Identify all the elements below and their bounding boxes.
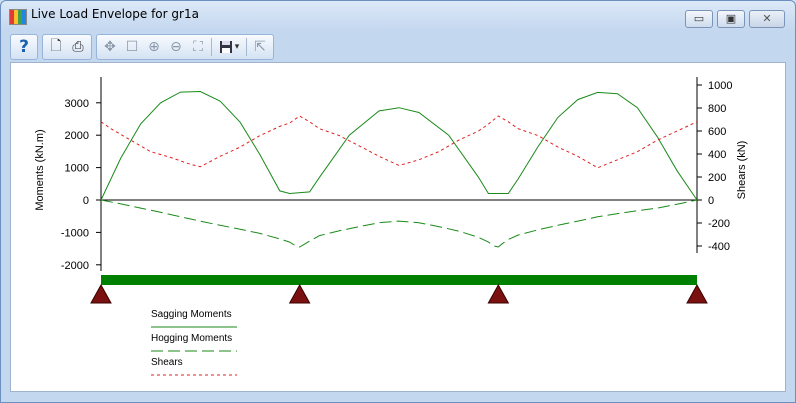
toolbar-group-print: 🗋 ⎙ xyxy=(42,34,92,60)
right-axis-tick-label: 800 xyxy=(708,103,726,115)
close-button[interactable]: ✕ xyxy=(749,10,785,28)
pan-icon[interactable]: ✥ xyxy=(99,36,121,58)
right-axis-label: Shears (kN) xyxy=(736,141,748,200)
legend-label: Shears xyxy=(151,357,183,368)
zoom-in-icon[interactable]: ⊕ xyxy=(143,36,165,58)
toolbar: ? 🗋 ⎙ ✥ ☐ ⊕ ⊖ ⛶ ▾ ⇱ xyxy=(10,34,278,60)
export-icon[interactable]: ⇱ xyxy=(249,36,271,58)
series-line-shears xyxy=(100,115,698,169)
right-axis-tick-label: 0 xyxy=(708,195,714,207)
maximize-button[interactable]: ▣ xyxy=(717,10,745,28)
toolbar-separator xyxy=(246,38,247,56)
legend-label: Hogging Moments xyxy=(151,333,232,344)
support-triangle xyxy=(288,283,311,304)
minimize-button[interactable]: ▭ xyxy=(685,10,713,28)
legend-label: Sagging Moments xyxy=(151,309,232,320)
right-axis-tick-label: -400 xyxy=(708,241,730,253)
title-bar[interactable]: Live Load Envelope for gr1a ▭ ▣ ✕ xyxy=(1,1,795,29)
left-axis-tick-label: 0 xyxy=(83,195,89,207)
right-axis-tick-label: 200 xyxy=(708,172,726,184)
zoom-out-icon[interactable]: ⊖ xyxy=(165,36,187,58)
right-axis-tick-label: 600 xyxy=(708,126,726,138)
left-axis-tick-label: -2000 xyxy=(61,260,89,272)
series-line-sagging-moments xyxy=(100,90,698,201)
right-axis-tick-label: 400 xyxy=(708,149,726,161)
window-title: Live Load Envelope for gr1a xyxy=(31,7,199,21)
toolbar-group-help: ? xyxy=(10,34,38,60)
floppy-disk-icon xyxy=(219,41,232,53)
select-rectangle-icon[interactable]: ☐ xyxy=(121,36,143,58)
right-axis-tick-label: -200 xyxy=(708,218,730,230)
help-icon[interactable]: ? xyxy=(13,36,35,58)
beam-bar xyxy=(101,275,697,285)
left-axis-label: Moments (kN.m) xyxy=(34,129,46,210)
support-triangle xyxy=(686,283,708,304)
support-triangle xyxy=(487,283,510,304)
left-axis-tick-label: 1000 xyxy=(65,163,89,175)
support-triangle xyxy=(90,283,112,304)
print-icon[interactable]: ⎙ xyxy=(67,36,89,58)
app-window: Live Load Envelope for gr1a ▭ ▣ ✕ ? 🗋 ⎙ … xyxy=(0,0,796,403)
series-line-hogging-moments xyxy=(100,199,698,248)
app-icon xyxy=(9,9,27,25)
save-icon[interactable]: ▾ xyxy=(214,36,244,58)
print-preview-icon[interactable]: 🗋 xyxy=(45,36,67,58)
left-axis-tick-label: 3000 xyxy=(65,98,89,110)
chevron-down-icon: ▾ xyxy=(234,42,240,52)
toolbar-separator xyxy=(211,38,212,56)
left-axis-tick-label: 2000 xyxy=(65,130,89,142)
zoom-extents-icon[interactable]: ⛶ xyxy=(187,36,209,58)
right-axis-tick-label: 1000 xyxy=(708,80,732,92)
left-axis-tick-label: -1000 xyxy=(61,227,89,239)
toolbar-group-view: ✥ ☐ ⊕ ⊖ ⛶ ▾ ⇱ xyxy=(96,34,274,60)
chart-canvas: 3000 2000 1000 0 -1000 -2000 Moments (kN.m) 100… xyxy=(10,62,786,392)
live-load-envelope-chart: 3000200010000-1000-2000Moments (kN.m)100… xyxy=(34,77,748,376)
